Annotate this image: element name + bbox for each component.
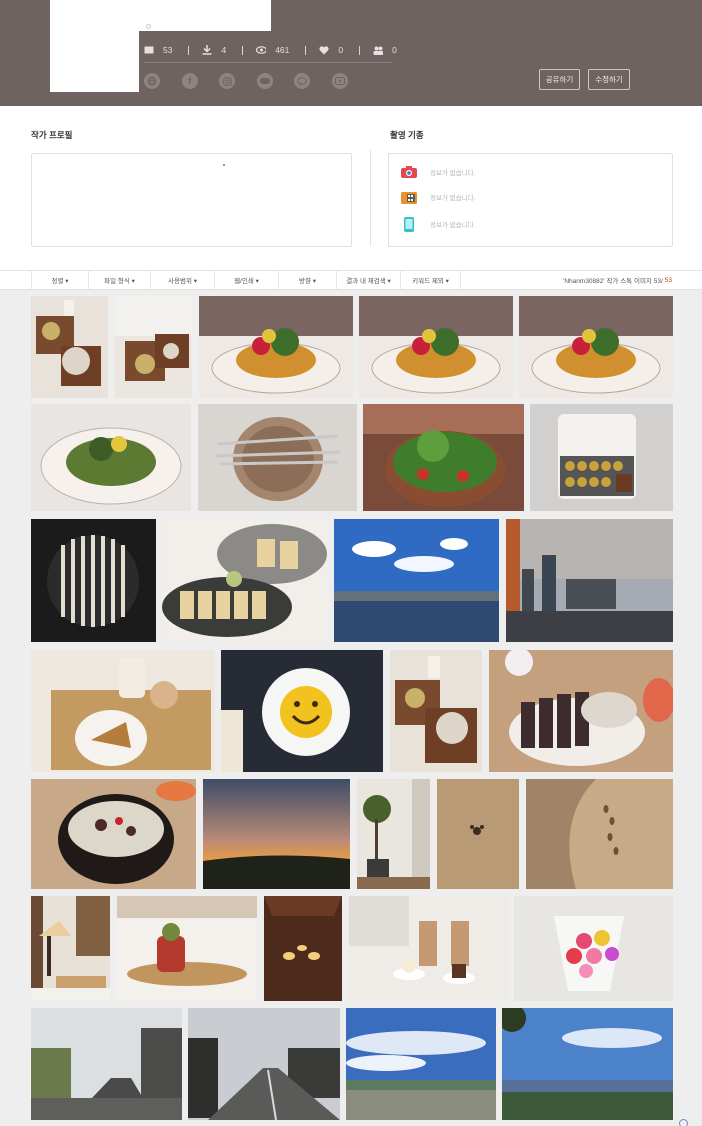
- profile-title: 작가 프로필: [31, 130, 73, 140]
- photo-thumbnail[interactable]: [198, 404, 357, 511]
- photo-thumbnail[interactable]: [117, 896, 257, 1001]
- stat-value: 461: [275, 45, 290, 55]
- photo-thumbnail[interactable]: [502, 1008, 673, 1120]
- photo-thumbnail[interactable]: [390, 650, 482, 772]
- gear-phone-row: 정보가 없습니다.: [401, 216, 476, 232]
- photo-thumbnail[interactable]: [31, 404, 191, 511]
- photo-thumbnail[interactable]: [188, 1008, 340, 1120]
- photo-thumbnail[interactable]: [264, 896, 342, 1001]
- chat-icon[interactable]: [294, 73, 311, 89]
- photo-thumbnail[interactable]: [526, 779, 673, 889]
- camera-icon: [401, 165, 417, 179]
- film-camera-icon: [401, 190, 417, 204]
- blog-icon[interactable]: [256, 73, 273, 89]
- stat-value: 4: [221, 45, 227, 55]
- name-badge-icon: [146, 24, 151, 29]
- photo-thumbnail[interactable]: [519, 296, 673, 398]
- photo-thumbnail[interactable]: [31, 896, 110, 1001]
- photo-thumbnail[interactable]: [530, 404, 673, 511]
- scroll-top-icon[interactable]: [679, 1119, 688, 1126]
- section-divider: [370, 150, 371, 246]
- search-within-dropdown[interactable]: 결과 내 재검색 ▾: [337, 271, 401, 289]
- stats-divider: [144, 62, 392, 63]
- gear-phone-text: 정보가 없습니다.: [430, 222, 476, 229]
- edit-button[interactable]: 수정하기: [588, 69, 630, 90]
- web-print-dropdown[interactable]: 웹/인쇄 ▾: [215, 271, 279, 289]
- instagram-icon[interactable]: [219, 73, 236, 89]
- stat-downloads: 4: [202, 45, 256, 55]
- result-count: 'Nhanm30882' 작가 스톡 이미지 53/ 53: [563, 271, 672, 289]
- photo-thumbnail[interactable]: [203, 779, 350, 889]
- gear-title: 촬영 기종: [390, 130, 424, 140]
- result-prefix: 'Nhanm30882' 작가 스톡 이미지 53/: [563, 278, 663, 285]
- gear-camera-row: 정보가 없습니다.: [401, 165, 475, 179]
- stat-value: 0: [392, 45, 397, 55]
- photo-thumbnail[interactable]: [346, 1008, 496, 1120]
- photo-thumbnail[interactable]: [349, 896, 508, 1001]
- photo-thumbnail[interactable]: [31, 1008, 182, 1120]
- stat-photos: 53: [144, 45, 202, 55]
- photo-thumbnail[interactable]: [115, 296, 192, 398]
- orientation-dropdown[interactable]: 방향 ▾: [279, 271, 337, 289]
- filter-bar: 정렬 ▾ 파일 형식 ▾ 사용범위 ▾ 웹/인쇄 ▾ 방향 ▾ 결과 내 재검색…: [0, 270, 702, 290]
- gear-camera-text: 정보가 없습니다.: [430, 170, 476, 177]
- author-header: 53 4 461 0 0 f 공유하기 수정하기: [0, 0, 702, 106]
- stat-value: 0: [338, 45, 344, 55]
- gear-film-text: 정보가 없습니다.: [430, 195, 476, 202]
- stat-likes: 0: [319, 45, 373, 55]
- photo-thumbnail[interactable]: [221, 650, 383, 772]
- photo-icon: [144, 45, 154, 55]
- exclude-keyword-dropdown[interactable]: 키워드 제외 ▾: [401, 271, 461, 289]
- result-total: 53: [664, 276, 672, 284]
- heart-icon: [319, 45, 329, 55]
- gear-film-row: 정보가 없습니다.: [401, 190, 475, 204]
- file-format-dropdown[interactable]: 파일 형식 ▾: [89, 271, 151, 289]
- photo-thumbnail[interactable]: [489, 650, 673, 772]
- share-button[interactable]: 공유하기: [539, 69, 580, 90]
- photo-thumbnail[interactable]: [199, 296, 353, 398]
- facebook-icon[interactable]: f: [181, 73, 198, 89]
- download-icon: [202, 45, 212, 55]
- photo-thumbnail[interactable]: [31, 296, 108, 398]
- author-name-redacted: [139, 0, 271, 31]
- photo-thumbnail[interactable]: [357, 779, 430, 889]
- social-links: f: [144, 73, 370, 89]
- photo-thumbnail[interactable]: [363, 404, 524, 511]
- photo-thumbnail[interactable]: [359, 296, 513, 398]
- usage-dropdown[interactable]: 사용범위 ▾: [151, 271, 215, 289]
- photo-thumbnail[interactable]: [334, 519, 499, 642]
- smartphone-icon: [401, 216, 417, 232]
- photo-thumbnail[interactable]: [437, 779, 519, 889]
- photo-thumbnail[interactable]: [31, 779, 196, 889]
- profile-text-mark: [223, 164, 225, 166]
- photo-thumbnail[interactable]: [162, 519, 328, 642]
- stat-views: 461: [256, 45, 319, 55]
- followers-icon: [373, 45, 384, 55]
- globe-icon[interactable]: [144, 73, 160, 89]
- profile-description-box: [31, 153, 352, 247]
- stat-value: 53: [163, 45, 173, 55]
- sort-dropdown[interactable]: 정렬 ▾: [31, 271, 89, 289]
- photo-thumbnail[interactable]: [506, 519, 673, 642]
- avatar[interactable]: [50, 0, 139, 92]
- photo-thumbnail[interactable]: [31, 650, 215, 772]
- youtube-icon[interactable]: [331, 73, 348, 89]
- author-stats: 53 4 461 0 0: [144, 42, 397, 58]
- photo-thumbnail[interactable]: [31, 519, 156, 642]
- eye-icon: [256, 45, 267, 55]
- stat-followers: 0: [373, 45, 397, 55]
- photo-thumbnail[interactable]: [514, 896, 673, 1001]
